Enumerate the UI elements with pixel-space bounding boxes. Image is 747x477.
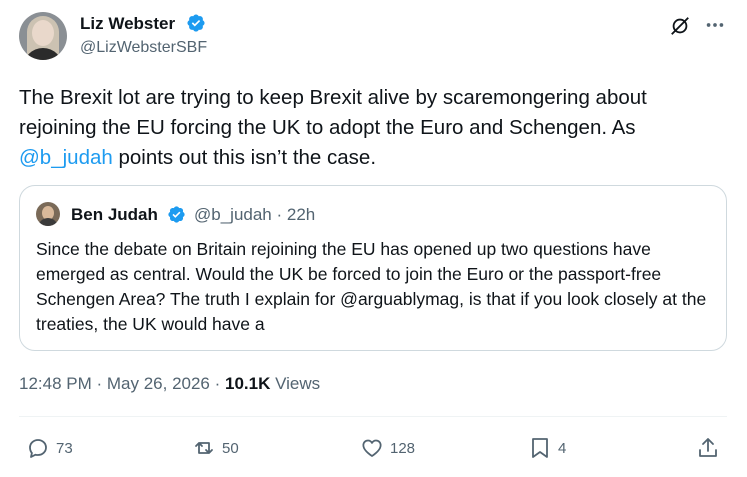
like-icon <box>362 439 382 457</box>
timestamp-row: 12:48 PM · May 26, 2026 · 10.1K Views <box>19 374 320 394</box>
timestamp-link[interactable]: 12:48 PM · May 26, 2026 · <box>19 374 225 393</box>
bookmark-count: 4 <box>558 439 567 457</box>
bookmark-button[interactable]: 4 <box>528 434 566 462</box>
tweet-text-part: points out this isn’t the case. <box>112 146 377 169</box>
author-avatar[interactable] <box>19 12 67 60</box>
quote-card[interactable]: Ben Judah @b_judah · 22h Since the debat… <box>19 185 727 351</box>
more-icon[interactable] <box>704 14 726 36</box>
tweet-text: The Brexit lot are trying to keep Brexit… <box>19 83 719 173</box>
share-icon <box>699 438 717 457</box>
repost-icon <box>195 442 213 454</box>
quoted-author-name[interactable]: Ben Judah <box>71 205 158 225</box>
repost-count: 50 <box>222 439 239 457</box>
like-count: 128 <box>390 439 416 457</box>
reply-icon <box>29 439 47 458</box>
like-button[interactable]: 128 <box>360 434 415 462</box>
bookmark-icon <box>532 438 548 458</box>
grok-icon[interactable] <box>669 15 691 37</box>
divider <box>19 416 727 417</box>
quoted-avatar[interactable] <box>36 202 60 226</box>
verified-badge-icon <box>168 206 185 223</box>
repost-button[interactable]: 50 <box>192 434 239 462</box>
verified-badge-icon <box>187 14 205 32</box>
quoted-meta[interactable]: @b_judah · 22h <box>194 205 315 225</box>
views-count: 10.1K <box>225 374 271 393</box>
author-handle[interactable]: @LizWebsterSBF <box>80 39 207 57</box>
tweet-text-part: The Brexit lot are trying to keep Brexit… <box>19 86 647 139</box>
views-label: Views <box>270 374 321 393</box>
share-button[interactable] <box>696 434 720 462</box>
quoted-text: Since the debate on Britain rejoining th… <box>36 239 707 334</box>
mention-link[interactable]: @b_judah <box>19 146 113 169</box>
reply-button[interactable]: 73 <box>26 434 73 462</box>
reply-count: 73 <box>56 439 73 457</box>
author-name[interactable]: Liz Webster <box>80 14 175 34</box>
